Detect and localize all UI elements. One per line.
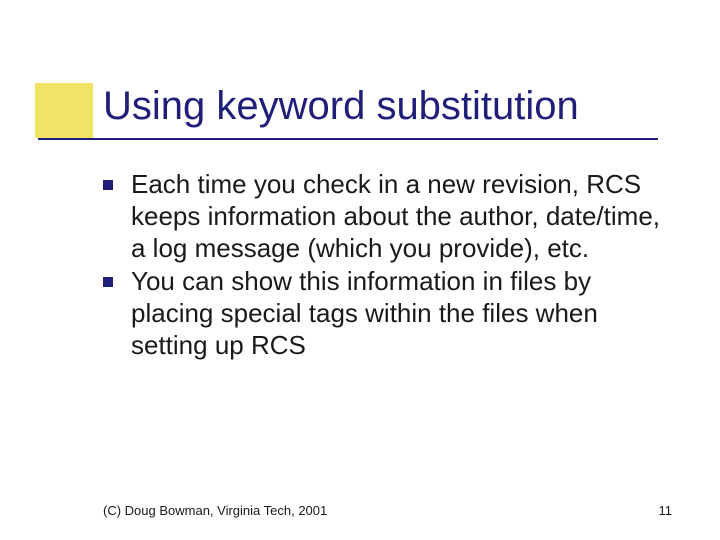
footer-copyright: (C) Doug Bowman, Virginia Tech, 2001: [103, 503, 327, 518]
square-bullet-icon: [103, 180, 113, 190]
list-item: You can show this information in files b…: [103, 265, 665, 362]
list-item: Each time you check in a new revision, R…: [103, 168, 665, 265]
bullet-text: You can show this information in files b…: [131, 265, 665, 362]
square-bullet-icon: [103, 277, 113, 287]
slide: Using keyword substitution Each time you…: [0, 0, 720, 540]
slide-title: Using keyword substitution: [103, 84, 579, 129]
title-underline: [38, 138, 658, 140]
slide-body: Each time you check in a new revision, R…: [103, 168, 665, 361]
bullet-text: Each time you check in a new revision, R…: [131, 168, 665, 265]
title-accent-box: [35, 83, 93, 138]
footer-page-number: 11: [659, 503, 673, 518]
